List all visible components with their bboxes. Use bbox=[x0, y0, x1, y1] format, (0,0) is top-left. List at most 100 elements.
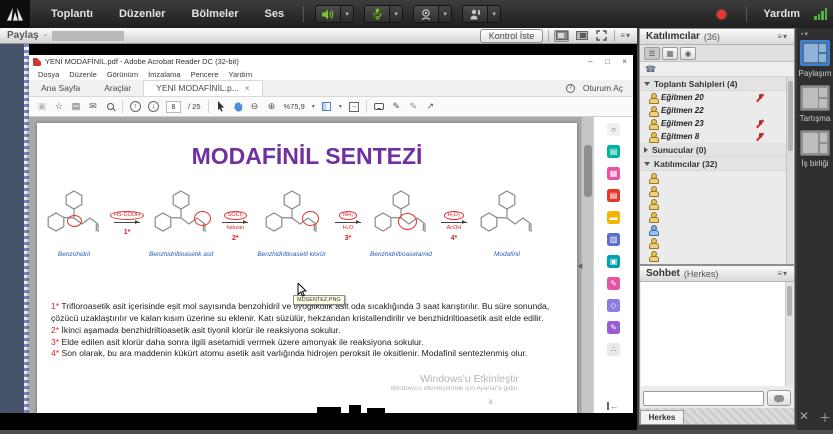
participant-row[interactable] bbox=[640, 184, 787, 197]
connection-signal-icon[interactable] bbox=[814, 8, 827, 20]
email-icon[interactable]: ✉ bbox=[88, 101, 98, 112]
participant-row[interactable]: Eğitmen 22 bbox=[640, 104, 787, 117]
fit-page-view-button[interactable] bbox=[554, 30, 569, 42]
tool-icon[interactable]: ✎ bbox=[607, 321, 620, 334]
tool-icon[interactable]: ∴ bbox=[607, 343, 620, 356]
menu-duzenler[interactable]: Düzenler bbox=[106, 0, 178, 28]
status-dropdown[interactable]: ▾ bbox=[487, 6, 500, 22]
tool-icon[interactable]: ▦ bbox=[607, 167, 620, 180]
pencil-icon[interactable]: ✎ bbox=[391, 101, 401, 112]
tab-tools[interactable]: Araçlar bbox=[92, 80, 143, 96]
zoom-level-value[interactable]: %75,9 bbox=[284, 102, 305, 111]
minimize-button[interactable]: – bbox=[582, 55, 599, 68]
fullscreen-button[interactable] bbox=[594, 30, 609, 42]
acrobat-menu-item[interactable]: Yardım bbox=[224, 70, 258, 79]
acrobat-help-icon[interactable]: ? bbox=[566, 84, 575, 93]
chat-pod-menu-button[interactable]: ≡▾ bbox=[777, 269, 788, 278]
tool-icon[interactable]: ○ bbox=[607, 123, 620, 136]
chat-messages-area[interactable] bbox=[641, 282, 787, 386]
participants-pod-menu-button[interactable]: ≡▾ bbox=[777, 32, 788, 41]
help-menu[interactable]: Yardım bbox=[763, 8, 800, 20]
microphone-button[interactable] bbox=[365, 6, 389, 22]
tool-icon[interactable]: ▥ bbox=[607, 233, 620, 246]
participant-row[interactable] bbox=[640, 223, 787, 236]
print-icon[interactable]: ▤ bbox=[71, 101, 81, 112]
chat-message-input[interactable] bbox=[643, 391, 764, 406]
scrollbar-thumb[interactable] bbox=[787, 286, 792, 316]
participant-row[interactable] bbox=[640, 171, 787, 184]
add-layout-icon[interactable]: ＋ bbox=[819, 409, 831, 426]
page-view-icon[interactable] bbox=[322, 102, 332, 111]
next-page-icon[interactable]: ↓ bbox=[148, 101, 159, 112]
participant-row[interactable] bbox=[640, 249, 787, 262]
status-view-button[interactable]: ◉ bbox=[680, 47, 696, 60]
phone-icon[interactable]: ☎ bbox=[645, 64, 656, 75]
speaker-dropdown[interactable]: ▾ bbox=[340, 6, 353, 22]
breakout-view-button[interactable]: ▦ bbox=[662, 47, 678, 60]
sign-in-link[interactable]: Oturum Aç bbox=[583, 80, 623, 96]
participant-row[interactable]: Eğitmen 20 bbox=[640, 91, 787, 104]
tool-icon[interactable]: ▣ bbox=[607, 255, 620, 268]
acrobat-menu-item[interactable]: Düzenle bbox=[64, 70, 102, 79]
acrobat-menu-item[interactable]: Görünüm bbox=[102, 70, 143, 79]
tool-icon[interactable]: ▬ bbox=[607, 211, 620, 224]
participant-row[interactable] bbox=[640, 210, 787, 223]
participant-row[interactable] bbox=[640, 236, 787, 249]
share-pod-menu-button[interactable]: ≡▾ bbox=[620, 31, 631, 40]
acrobat-title-bar[interactable]: YENİ MODAFİNİL.pdf - Adobe Acrobat Reade… bbox=[29, 55, 633, 68]
comment-bubble-icon[interactable] bbox=[374, 103, 384, 110]
chat-send-button[interactable] bbox=[767, 390, 791, 406]
chat-tab-everyone[interactable]: Herkes bbox=[640, 410, 684, 424]
layout-rail-menu-button[interactable]: ▪▾ bbox=[801, 30, 809, 38]
tool-icon[interactable]: ▤ bbox=[607, 189, 620, 202]
microphone-dropdown[interactable]: ▾ bbox=[389, 6, 402, 22]
webcam-button[interactable] bbox=[414, 6, 438, 22]
tool-icon[interactable]: ◇ bbox=[607, 299, 620, 312]
scrollbar-thumb[interactable] bbox=[584, 145, 592, 197]
menu-ses[interactable]: Ses bbox=[252, 0, 298, 28]
participant-row[interactable]: Eğitmen 8 bbox=[640, 130, 787, 143]
collapse-triangle-icon[interactable] bbox=[644, 162, 650, 166]
star-icon[interactable]: ☆ bbox=[54, 101, 64, 112]
tab-close-icon[interactable]: × bbox=[245, 81, 250, 96]
collapse-pane-control[interactable]: ← bbox=[607, 401, 619, 411]
speaker-button[interactable] bbox=[316, 6, 340, 22]
find-icon[interactable] bbox=[105, 103, 115, 110]
collapse-triangle-icon[interactable] bbox=[644, 82, 650, 86]
acrobat-menu-item[interactable]: Pencere bbox=[186, 70, 224, 79]
scrollbar-thumb[interactable] bbox=[788, 81, 793, 151]
attendees-group-row[interactable]: Katılımcılar (32) bbox=[640, 157, 787, 171]
hand-tool-icon[interactable] bbox=[233, 101, 243, 112]
layout-button[interactable]: İş birliği bbox=[800, 130, 830, 168]
page-number-input[interactable]: 8 bbox=[166, 101, 181, 113]
acrobat-menu-item[interactable]: İmzalama bbox=[143, 70, 186, 79]
close-button[interactable]: × bbox=[616, 55, 633, 68]
page-view-dropdown-icon[interactable]: ▾ bbox=[339, 103, 342, 110]
maximize-button[interactable]: □ bbox=[599, 55, 616, 68]
participants-scrollbar[interactable] bbox=[786, 77, 793, 264]
layout-button[interactable]: Paylaşım bbox=[799, 40, 832, 78]
fit-width-icon[interactable]: ↔ bbox=[349, 102, 360, 112]
zoom-out-icon[interactable]: ⊖ bbox=[250, 101, 260, 112]
tab-document[interactable]: YENİ MODAFİNİL.p... × bbox=[143, 80, 262, 96]
previous-page-icon[interactable]: ↑ bbox=[130, 101, 141, 112]
zoom-in-icon[interactable]: ⊕ bbox=[267, 101, 277, 112]
panel-collapse-arrow[interactable]: ◀ bbox=[577, 262, 582, 270]
menu-bolmeler[interactable]: Bölmeler bbox=[178, 0, 251, 28]
list-view-button[interactable]: ☰ bbox=[644, 47, 660, 60]
tool-icon[interactable]: ▤ bbox=[607, 145, 620, 158]
sign-pen-icon[interactable]: ✎ bbox=[408, 101, 418, 112]
tab-home[interactable]: Ana Sayfa bbox=[29, 80, 92, 96]
chat-scrollbar[interactable] bbox=[785, 282, 793, 386]
participant-row[interactable]: Eğitmen 23 bbox=[640, 117, 787, 130]
layout-button[interactable]: Tartışma bbox=[800, 85, 831, 123]
webcam-dropdown[interactable]: ▾ bbox=[438, 6, 451, 22]
request-control-button[interactable]: Kontrol İste bbox=[480, 29, 544, 43]
presenters-group-row[interactable]: Sunucular (0) bbox=[640, 143, 787, 157]
fit-width-view-button[interactable] bbox=[574, 30, 589, 42]
acrobat-menu-item[interactable]: Dosya bbox=[33, 70, 64, 79]
zoom-dropdown-icon[interactable]: ▾ bbox=[312, 103, 315, 110]
share-arrow-icon[interactable]: ↗ bbox=[425, 101, 435, 112]
participant-row[interactable] bbox=[640, 197, 787, 210]
menu-toplanti[interactable]: Toplantı bbox=[38, 0, 106, 28]
